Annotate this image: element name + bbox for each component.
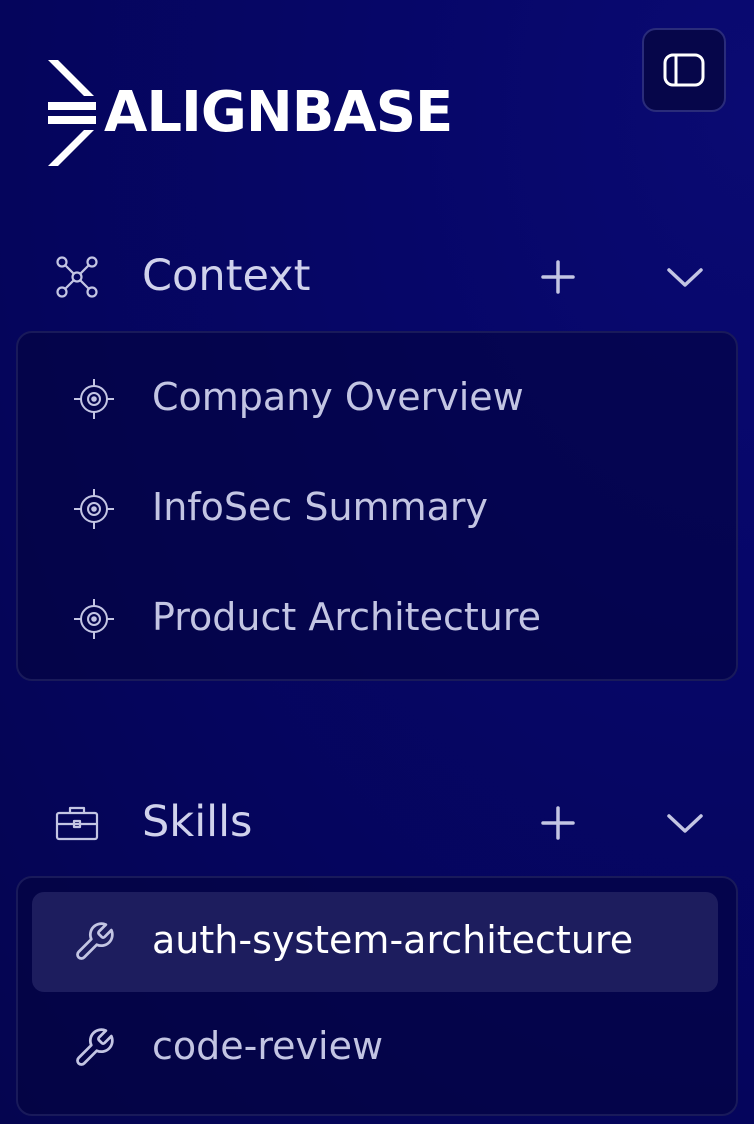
context-item-product-architecture[interactable]: Product Architecture <box>32 569 718 669</box>
add-skill-button[interactable] <box>536 801 580 845</box>
target-icon <box>72 487 116 531</box>
brand-name: ALIGNBASE <box>104 80 453 145</box>
skills-panel: auth-system-architecture code-review <box>16 876 738 1116</box>
skill-item-label: auth-system-architecture <box>152 918 634 963</box>
target-icon <box>72 377 116 421</box>
chevron-down-icon <box>667 268 703 287</box>
context-item-label: InfoSec Summary <box>152 485 489 530</box>
alignbase-logo-icon <box>48 60 96 166</box>
context-item-label: Company Overview <box>152 375 524 420</box>
sidebar-toggle-button[interactable] <box>642 28 726 112</box>
context-item-company-overview[interactable]: Company Overview <box>32 349 718 449</box>
skill-item-label: code-review <box>152 1024 384 1069</box>
context-item-label: Product Architecture <box>152 595 541 640</box>
briefcase-icon <box>54 800 100 846</box>
context-item-infosec-summary[interactable]: InfoSec Summary <box>32 459 718 559</box>
network-nodes-icon <box>54 254 100 300</box>
section-header-skills: Skills <box>0 788 754 858</box>
section-title-context: Context <box>142 251 311 301</box>
section-header-context: Context <box>0 242 754 312</box>
chevron-down-icon <box>667 814 703 833</box>
section-title-skills: Skills <box>142 797 253 847</box>
sidebar-toggle-icon <box>663 53 705 87</box>
target-icon <box>72 597 116 641</box>
skill-item-auth-system-architecture[interactable]: auth-system-architecture <box>32 892 718 992</box>
collapse-context-button[interactable] <box>662 254 708 300</box>
skill-item-code-review[interactable]: code-review <box>32 998 718 1098</box>
plus-icon <box>541 806 575 840</box>
brand-logo: ALIGNBASE <box>48 58 453 168</box>
wrench-icon <box>72 1026 116 1070</box>
plus-icon <box>541 260 575 294</box>
context-panel: Company Overview InfoSec Summary Product… <box>16 331 738 681</box>
wrench-icon <box>72 920 116 964</box>
collapse-skills-button[interactable] <box>662 800 708 846</box>
add-context-button[interactable] <box>536 255 580 299</box>
